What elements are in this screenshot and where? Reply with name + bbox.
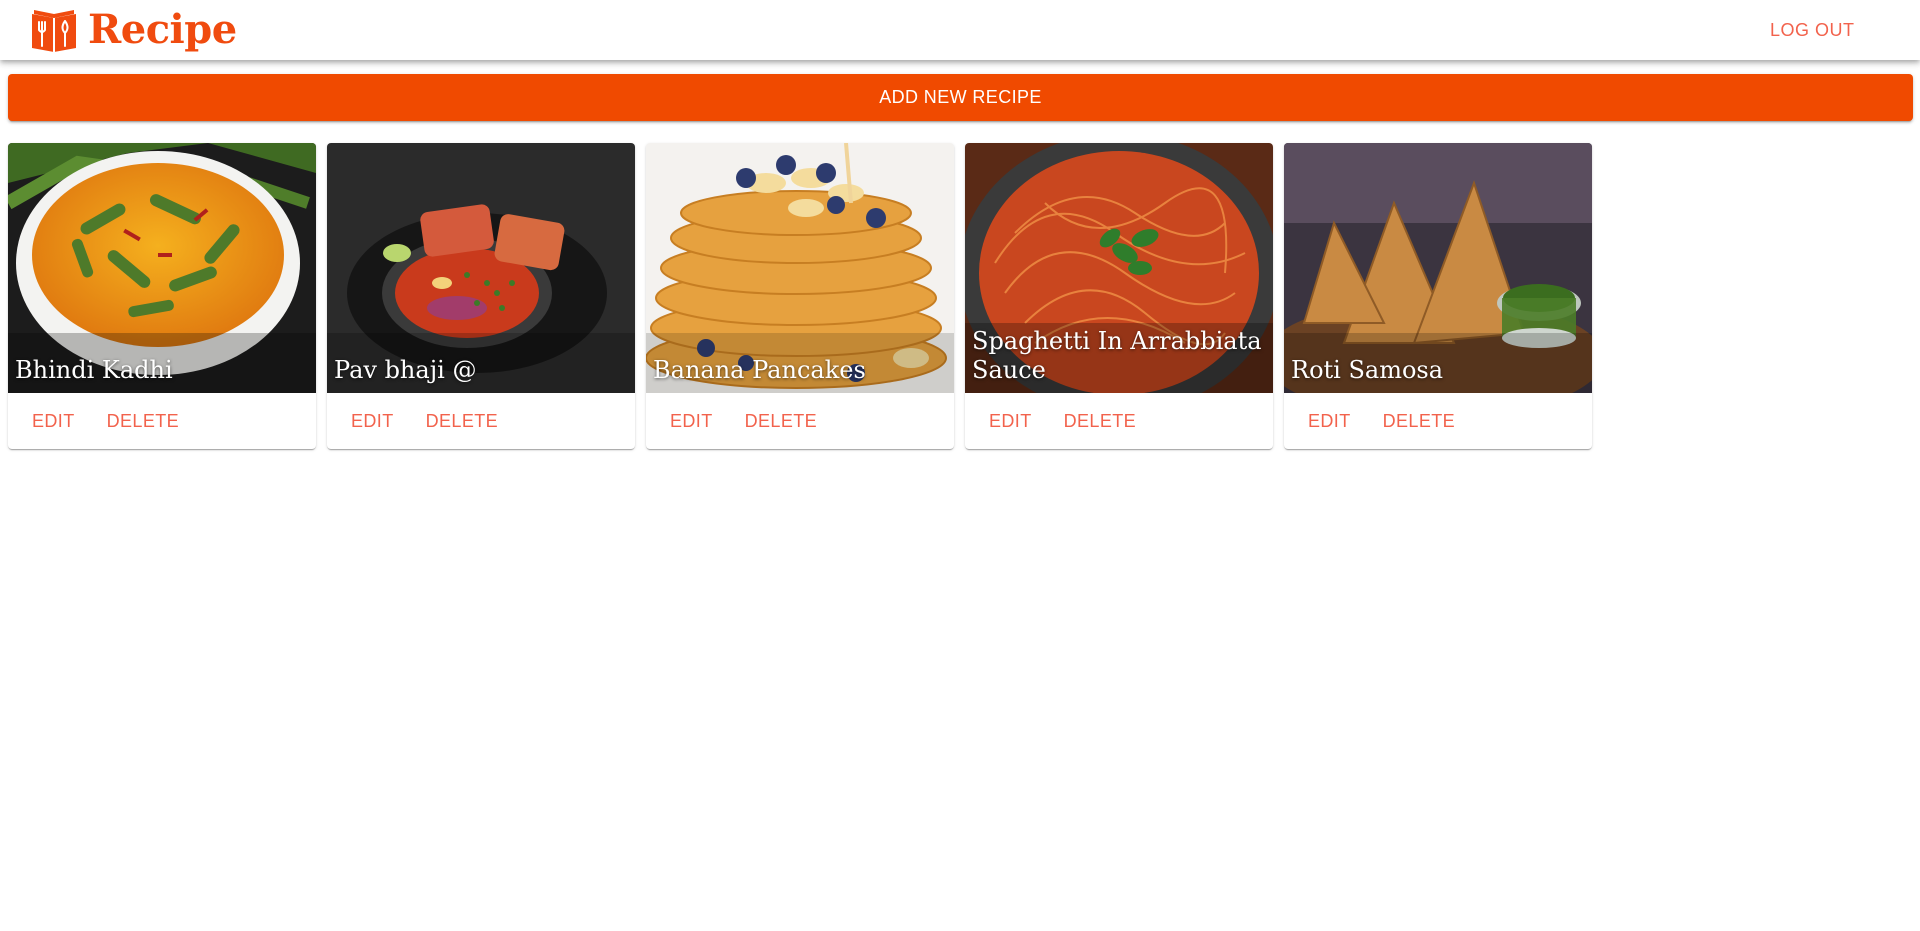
logout-button[interactable]: LOG OUT — [1750, 10, 1875, 50]
delete-button[interactable]: DELETE — [733, 403, 829, 439]
add-new-recipe-button[interactable]: ADD NEW RECIPE — [8, 74, 1913, 121]
recipe-card: Bhindi Kadhi EDIT DELETE — [8, 143, 316, 449]
recipe-card: Spaghetti In Arrabbiata Sauce EDIT DELET… — [965, 143, 1273, 449]
delete-button[interactable]: DELETE — [414, 403, 510, 439]
edit-button[interactable]: EDIT — [20, 403, 87, 439]
edit-button[interactable]: EDIT — [658, 403, 725, 439]
recipe-card: Roti Samosa EDIT DELETE — [1284, 143, 1592, 449]
delete-button[interactable]: DELETE — [1371, 403, 1467, 439]
recipe-image[interactable]: Pav bhaji @ — [327, 143, 635, 393]
app-title: Recipe — [88, 6, 237, 53]
recipe-image[interactable]: Roti Samosa — [1284, 143, 1592, 393]
recipe-book-icon — [32, 10, 76, 52]
recipe-image[interactable]: Bhindi Kadhi — [8, 143, 316, 393]
card-actions: EDIT DELETE — [327, 393, 635, 449]
recipe-card: Banana Pancakes EDIT DELETE — [646, 143, 954, 449]
app-bar: Recipe LOG OUT — [0, 0, 1920, 60]
card-actions: EDIT DELETE — [965, 393, 1273, 449]
recipe-image[interactable]: Banana Pancakes — [646, 143, 954, 393]
recipe-image[interactable]: Spaghetti In Arrabbiata Sauce — [965, 143, 1273, 393]
recipe-card-list: Bhindi Kadhi EDIT DELETE Pav bhaji @ EDI… — [8, 143, 1592, 449]
recipe-title: Bhindi Kadhi — [15, 356, 173, 384]
recipe-card: Pav bhaji @ EDIT DELETE — [327, 143, 635, 449]
recipe-title: Pav bhaji @ — [334, 356, 477, 384]
edit-button[interactable]: EDIT — [1296, 403, 1363, 439]
delete-button[interactable]: DELETE — [95, 403, 191, 439]
app-logo[interactable]: Recipe — [30, 8, 237, 52]
recipe-title: Roti Samosa — [1291, 356, 1444, 384]
delete-button[interactable]: DELETE — [1052, 403, 1148, 439]
recipe-title: Spaghetti In Arrabbiata Sauce — [972, 327, 1262, 384]
card-actions: EDIT DELETE — [8, 393, 316, 449]
edit-button[interactable]: EDIT — [339, 403, 406, 439]
card-actions: EDIT DELETE — [1284, 393, 1592, 449]
edit-button[interactable]: EDIT — [977, 403, 1044, 439]
card-actions: EDIT DELETE — [646, 393, 954, 449]
recipe-title: Banana Pancakes — [653, 356, 866, 384]
